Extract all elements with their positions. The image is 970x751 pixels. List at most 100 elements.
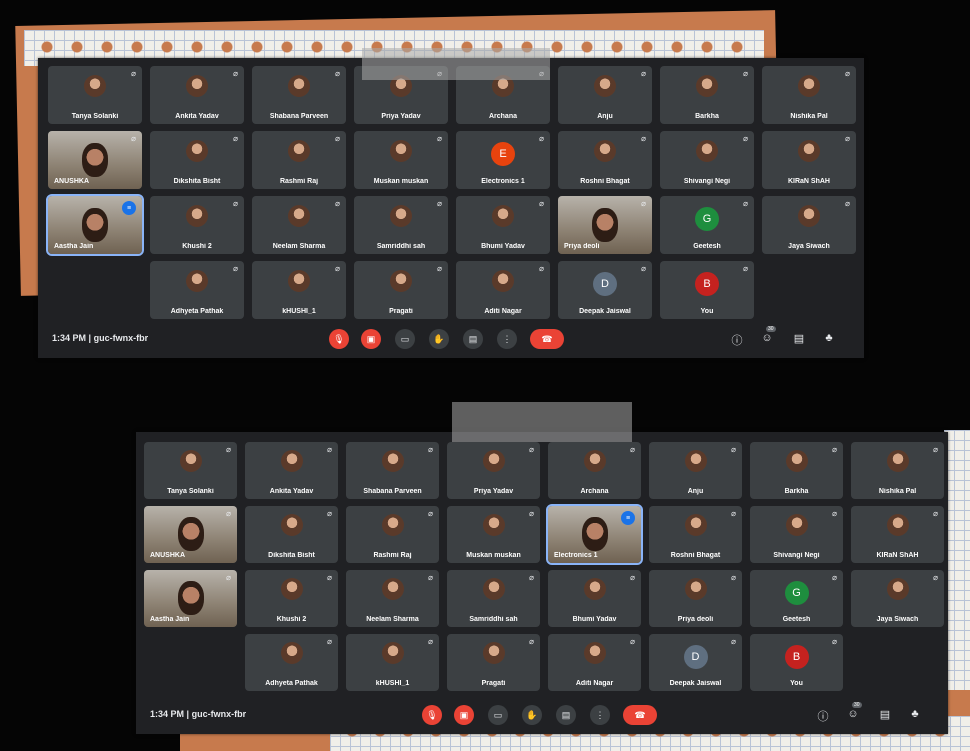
raise-hand-icon[interactable]: ✋	[522, 705, 542, 725]
chat-icon[interactable]: ▤	[878, 708, 892, 721]
participant-tile[interactable]: ⌀ Aditi Nagar	[456, 261, 550, 319]
participant-tile[interactable]: ⌀ kHUSHI_1	[252, 261, 346, 319]
info-icon[interactable]: ⓘ	[730, 332, 744, 348]
participant-tile[interactable]: ⌀ Roshni Bhagat	[649, 506, 742, 563]
participant-tile[interactable]: ⌀ Rashmi Raj	[252, 131, 346, 189]
activities-icon[interactable]: ♣	[822, 332, 836, 344]
participant-tile[interactable]: ⌀ Anju	[649, 442, 742, 499]
participant-name: Nishika Pal	[790, 113, 828, 120]
mic-muted-icon: ⌀	[630, 445, 635, 454]
participant-tile[interactable]: ⌀ Anju	[558, 66, 652, 124]
participant-tile[interactable]: ⌀ Barkha	[750, 442, 843, 499]
mic-muted-icon: ⌀	[845, 134, 850, 143]
participant-tile[interactable]: ⌀ Nishika Pal	[762, 66, 856, 124]
participant-tile[interactable]: ⌀ Muskan muskan	[447, 506, 540, 563]
participant-name: Muskan muskan	[373, 178, 429, 185]
participant-tile[interactable]: ⌀ Jaya Siwach	[762, 196, 856, 254]
participant-tile[interactable]: ⌀ Shivangi Negi	[750, 506, 843, 563]
participant-tile[interactable]: B ⌀ You	[660, 261, 754, 319]
participant-tile[interactable]: ⌀ Pragati	[447, 634, 540, 691]
avatar	[482, 578, 505, 601]
participant-tile[interactable]: G ⌀ Geetesh	[660, 196, 754, 254]
participant-tile[interactable]: ⌀ Shabana Parveen	[252, 66, 346, 124]
participant-tile[interactable]: ⌀ kHUSHI_1	[346, 634, 439, 691]
people-icon[interactable]: ☺ 30	[760, 326, 776, 344]
present-screen-icon[interactable]: ▤	[556, 705, 576, 725]
participant-tile[interactable]: ⌀ Aastha Jain	[144, 570, 237, 627]
participant-name: Aditi Nagar	[575, 680, 614, 687]
captions-icon[interactable]: ▭	[395, 329, 415, 349]
activities-icon[interactable]: ♣	[908, 708, 922, 720]
participant-tile[interactable]: ≡ Electronics 1	[546, 504, 643, 565]
more-options-icon[interactable]: ⋮	[590, 705, 610, 725]
participant-tile[interactable]: ⌀ Bhumi Yadav	[548, 570, 641, 627]
mic-muted-icon: ⌀	[832, 637, 837, 646]
participant-tile[interactable]: B ⌀ You	[750, 634, 843, 691]
participant-tile[interactable]: ⌀ Tanya Solanki	[48, 66, 142, 124]
camera-off-icon[interactable]: ▣	[361, 329, 381, 349]
participant-tile[interactable]: E ⌀ Electronics 1	[456, 131, 550, 189]
participant-tile[interactable]: G ⌀ Geetesh	[750, 570, 843, 627]
mic-muted-icon: ⌀	[832, 509, 837, 518]
participant-tile[interactable]: ⌀ Neelam Sharma	[252, 196, 346, 254]
participant-tile[interactable]: ⌀ Roshni Bhagat	[558, 131, 652, 189]
mic-muted-icon: ⌀	[731, 445, 736, 454]
camera-off-icon[interactable]: ▣	[454, 705, 474, 725]
participant-tile[interactable]: ⌀ KIRaN ShAH	[762, 131, 856, 189]
mic-off-icon[interactable]: 🎙	[422, 705, 442, 725]
participant-tile[interactable]: ⌀ Adhyeta Pathak	[150, 261, 244, 319]
mic-muted-icon: ⌀	[529, 445, 534, 454]
participant-tile[interactable]: ⌀ Barkha	[660, 66, 754, 124]
participant-tile[interactable]: ⌀ Khushi 2	[245, 570, 338, 627]
present-screen-icon[interactable]: ▤	[463, 329, 483, 349]
participant-tile[interactable]: ⌀ Dikshita Bisht	[245, 506, 338, 563]
avatar	[583, 450, 606, 473]
participant-tile[interactable]: ⌀ Tanya Solanki	[144, 442, 237, 499]
participant-tile[interactable]: ⌀ Dikshita Bisht	[150, 131, 244, 189]
avatar	[482, 514, 505, 537]
participant-tile[interactable]: ⌀ Nishika Pal	[851, 442, 944, 499]
participant-tile[interactable]: ⌀ Bhumi Yadav	[456, 196, 550, 254]
participant-tile[interactable]: ⌀ Shabana Parveen	[346, 442, 439, 499]
participant-tile[interactable]: ⌀ Adhyeta Pathak	[245, 634, 338, 691]
participant-tile[interactable]: ⌀ Muskan muskan	[354, 131, 448, 189]
hang-up-icon[interactable]: ☎	[623, 705, 657, 725]
captions-icon[interactable]: ▭	[488, 705, 508, 725]
participant-tile[interactable]: ⌀ Ankita Yadav	[245, 442, 338, 499]
tape-strip	[452, 402, 632, 442]
avatar-initial: G	[784, 580, 809, 605]
participant-tile[interactable]: ⌀ Khushi 2	[150, 196, 244, 254]
participant-tile[interactable]: ⌀ Samriddhi sah	[447, 570, 540, 627]
participant-name: You	[790, 680, 803, 687]
more-options-icon[interactable]: ⋮	[497, 329, 517, 349]
participant-tile[interactable]: ⌀ Priya deoli	[649, 570, 742, 627]
meet-window-bottom: 1:34 PM | guc-fwnx-fbr 🎙 ▣ ▭ ✋ ▤ ⋮ ☎ ⓘ ☺…	[136, 432, 948, 734]
participant-tile[interactable]: ⌀ Aditi Nagar	[548, 634, 641, 691]
participant-tile[interactable]: ⌀ Rashmi Raj	[346, 506, 439, 563]
participant-tile[interactable]: ⌀ Archana	[548, 442, 641, 499]
hang-up-icon[interactable]: ☎	[530, 329, 564, 349]
mic-muted-icon: ⌀	[743, 134, 748, 143]
participant-tile[interactable]: ⌀ Priya deoli	[558, 196, 652, 254]
participant-tile[interactable]: ⌀ Shivangi Negi	[660, 131, 754, 189]
avatar	[280, 450, 303, 473]
participant-tile[interactable]: ⌀ Samriddhi sah	[354, 196, 448, 254]
participant-tile[interactable]: D ⌀ Deepak Jaiswal	[649, 634, 742, 691]
participant-tile[interactable]: ⌀ Ankita Yadav	[150, 66, 244, 124]
participant-tile[interactable]: ⌀ ANUSHKA	[144, 506, 237, 563]
participant-tile[interactable]: D ⌀ Deepak Jaiswal	[558, 261, 652, 319]
participant-tile[interactable]: ⌀ KIRaN ShAH	[851, 506, 944, 563]
avatar	[186, 269, 208, 292]
avatar	[381, 450, 404, 473]
participant-tile[interactable]: ⌀ Jaya Siwach	[851, 570, 944, 627]
mic-off-icon[interactable]: 🎙	[329, 329, 349, 349]
info-icon[interactable]: ⓘ	[816, 708, 830, 724]
raise-hand-icon[interactable]: ✋	[429, 329, 449, 349]
people-icon[interactable]: ☺ 30	[846, 702, 862, 720]
participant-tile[interactable]: ⌀ ANUSHKA	[48, 131, 142, 189]
participant-tile[interactable]: ≡ Aastha Jain	[46, 194, 144, 256]
participant-tile[interactable]: ⌀ Pragati	[354, 261, 448, 319]
chat-icon[interactable]: ▤	[792, 332, 806, 345]
participant-tile[interactable]: ⌀ Priya Yadav	[447, 442, 540, 499]
participant-tile[interactable]: ⌀ Neelam Sharma	[346, 570, 439, 627]
